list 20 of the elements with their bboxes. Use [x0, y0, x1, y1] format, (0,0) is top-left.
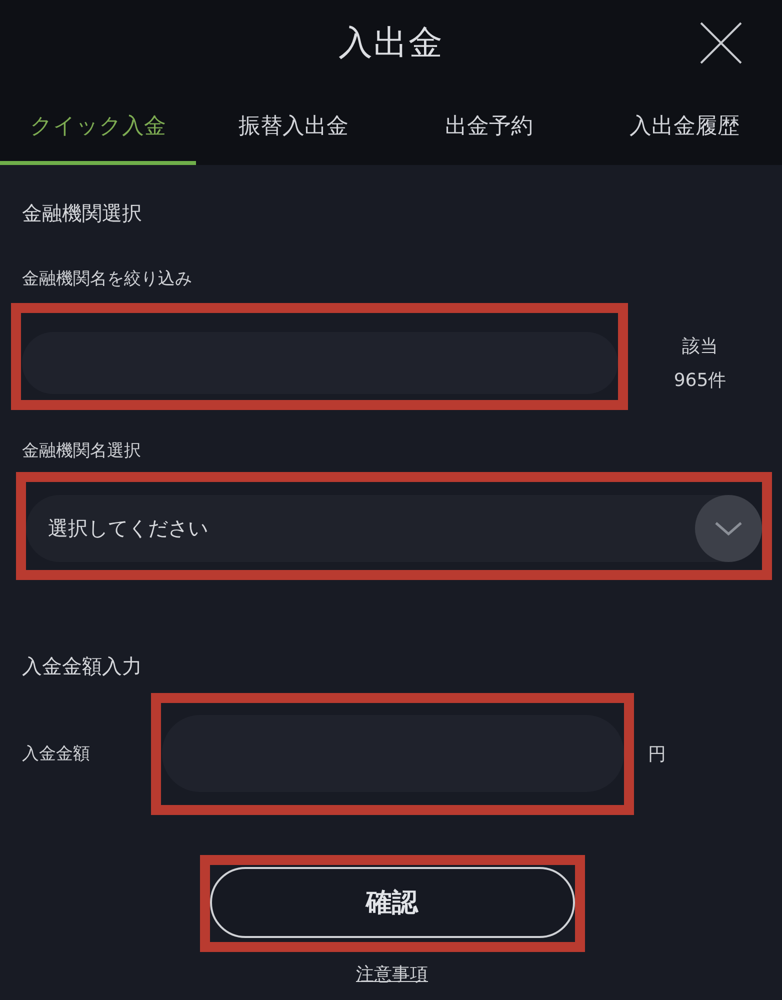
- close-icon[interactable]: [700, 22, 742, 64]
- unit-label: 円: [648, 743, 666, 766]
- window-title: 入出金: [338, 22, 444, 62]
- field-label: 金融機関名選択: [22, 440, 142, 463]
- notice-link[interactable]: 注意事項: [356, 963, 428, 987]
- chevron-down-icon[interactable]: [695, 495, 762, 562]
- section-title: 金融機関選択: [22, 200, 143, 227]
- confirm-button[interactable]: 確認: [210, 867, 574, 938]
- filter-field[interactable]: [22, 332, 618, 394]
- tab[interactable]: 振替入出金: [196, 85, 391, 165]
- section-title: 入金金額入力: [22, 653, 143, 680]
- field-label: 入金金額: [22, 743, 91, 766]
- bank-select[interactable]: 選択してください: [26, 495, 762, 562]
- tab[interactable]: 出金予約: [391, 85, 586, 165]
- tab[interactable]: 入出金履歴: [586, 85, 782, 165]
- field-label: 金融機関名を絞り込み: [22, 268, 193, 291]
- tab[interactable]: クイック入金: [0, 85, 196, 165]
- amount-field[interactable]: [162, 715, 624, 792]
- match-count: 965件: [674, 368, 726, 392]
- match-label: 該当: [682, 334, 718, 358]
